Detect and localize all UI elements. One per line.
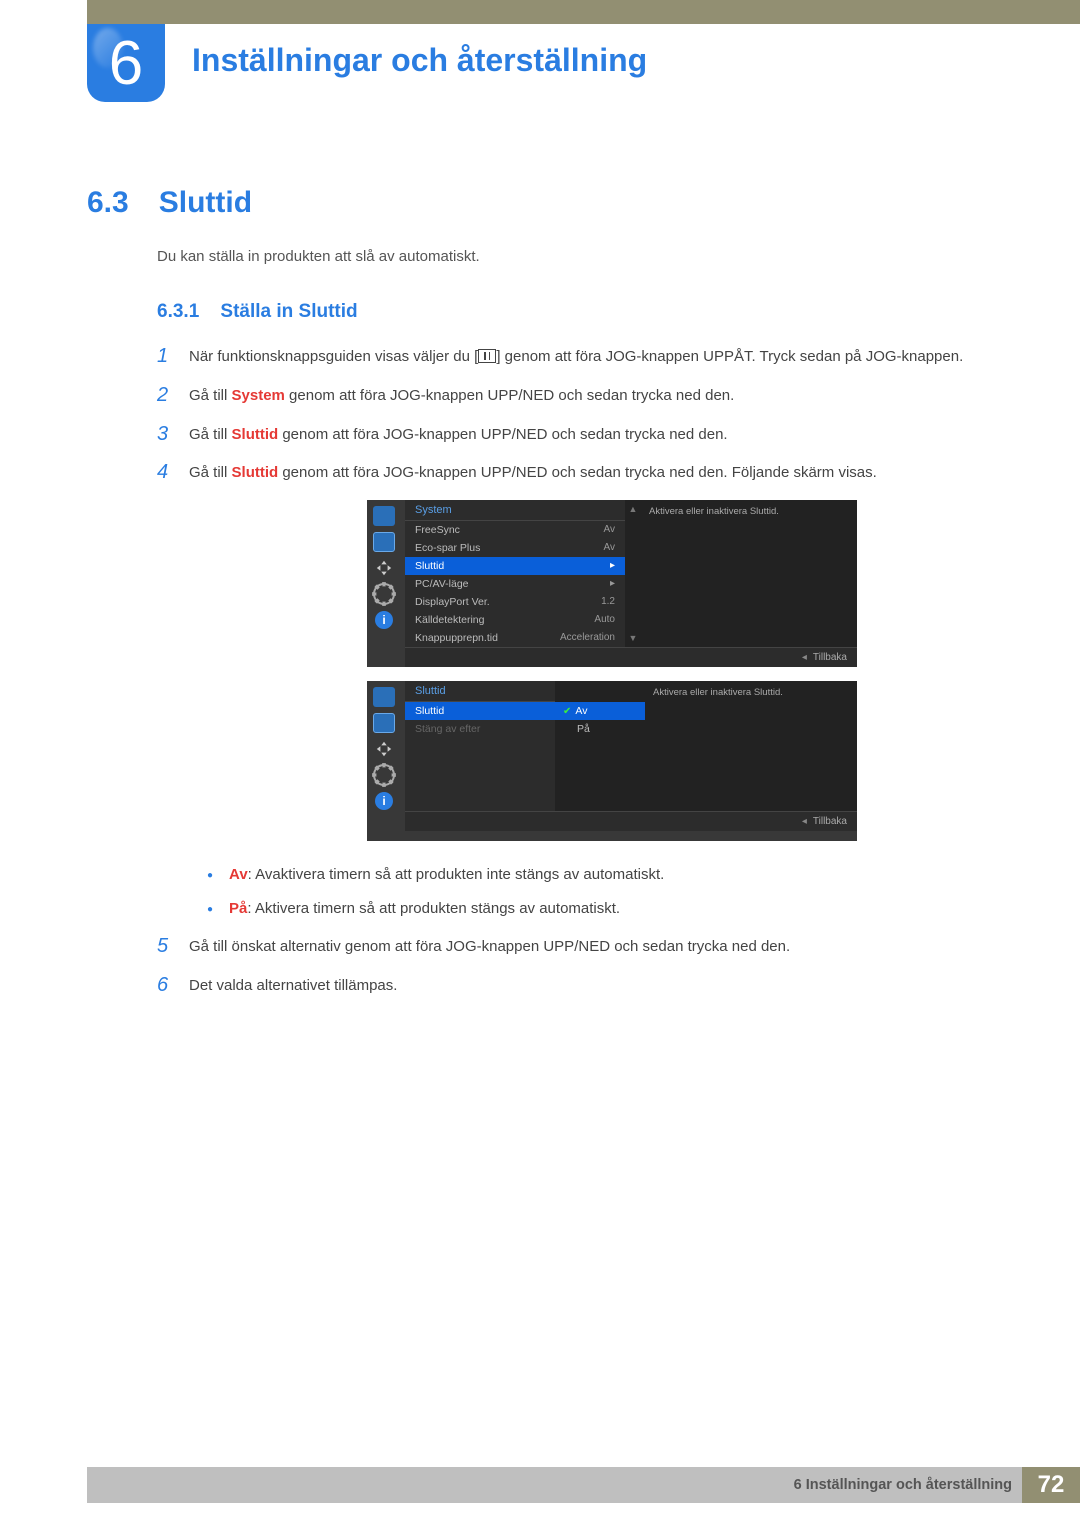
step-number: 4 — [157, 461, 171, 484]
bullet-list: ● Av: Avaktivera timern så att produkten… — [207, 863, 1000, 921]
bullet-item: ● På: Aktivera timern så att produkten s… — [207, 897, 1000, 921]
osd-help-text: Aktivera eller inaktivera Sluttid. — [645, 681, 857, 811]
osd-help-text: Aktivera eller inaktivera Sluttid. — [641, 500, 857, 647]
section-number: 6.3 — [87, 186, 129, 220]
osd-row-selected: Sluttid▸ — [405, 557, 625, 575]
monitor-icon — [373, 687, 395, 707]
gear-icon — [373, 584, 395, 604]
osd-scrollbar: ▲▼ — [625, 500, 641, 647]
step-number: 3 — [157, 423, 171, 446]
osd-row: Knappupprepn.tidAcceleration — [405, 629, 625, 647]
osd-row: KälldetekteringAuto — [405, 611, 625, 629]
osd-menu-header: Sluttid — [405, 681, 555, 702]
section-title: Sluttid — [159, 186, 252, 220]
step-text: Det valda alternativet tillämpas. — [189, 974, 397, 999]
check-icon: ✔ — [563, 706, 571, 717]
page-footer: 6 Inställningar och återställning 72 — [87, 1467, 1080, 1503]
step-number: 5 — [157, 935, 171, 958]
osd-sidebar: i — [367, 687, 401, 811]
osd-row: Stäng av efter — [405, 720, 555, 738]
osd-option: På — [555, 720, 645, 738]
menu-icon — [478, 349, 496, 363]
picture-icon — [373, 713, 395, 733]
nav-arrows-icon — [373, 739, 395, 759]
step-text: Gå till önskat alternativ genom att föra… — [189, 935, 790, 960]
chapter-badge: 6 — [87, 24, 165, 102]
osd-footer: ◂Tillbaka — [405, 647, 857, 667]
osd-panel: i System FreeSyncAv Eco-spar PlusAv Slut… — [367, 500, 857, 667]
section-intro: Du kan ställa in produkten att slå av au… — [157, 248, 1000, 265]
osd-panel-2: i Sluttid Sluttid Stäng av efter ✔Av På … — [367, 681, 857, 841]
chapter-title: Inställningar och återställning — [192, 42, 647, 79]
step-number: 2 — [157, 384, 171, 407]
picture-icon — [373, 532, 395, 552]
bullet-text: Av: Avaktivera timern så att produkten i… — [229, 863, 664, 887]
bullet-dot-icon: ● — [207, 902, 213, 921]
step-text: Gå till System genom att föra JOG-knappe… — [189, 384, 734, 409]
step-text: Gå till Sluttid genom att föra JOG-knapp… — [189, 461, 877, 486]
step-number: 6 — [157, 974, 171, 997]
osd-menu-header: System — [405, 500, 625, 521]
step-item: 5 Gå till önskat alternativ genom att fö… — [157, 935, 1000, 960]
osd-screenshot-1: i System FreeSyncAv Eco-spar PlusAv Slut… — [367, 500, 1000, 841]
top-accent-bar — [87, 0, 1080, 24]
osd-menu: System FreeSyncAv Eco-spar PlusAv Slutti… — [405, 500, 625, 647]
osd-footer: ◂Tillbaka — [405, 811, 857, 831]
step-item: 4 Gå till Sluttid genom att föra JOG-kna… — [157, 461, 1000, 486]
subsection-title: Ställa in Sluttid — [220, 301, 357, 322]
step-item: 6 Det valda alternativet tillämpas. — [157, 974, 1000, 999]
step-text: Gå till Sluttid genom att föra JOG-knapp… — [189, 423, 728, 448]
osd-row: DisplayPort Ver.1.2 — [405, 593, 625, 611]
step-list-cont: 5 Gå till önskat alternativ genom att fö… — [157, 935, 1000, 999]
step-list: 1 När funktionsknappsguiden visas väljer… — [157, 345, 1000, 486]
subsection-heading: 6.3.1 Ställa in Sluttid — [157, 301, 1000, 323]
step-number: 1 — [157, 345, 171, 368]
bullet-dot-icon: ● — [207, 868, 213, 887]
monitor-icon — [373, 506, 395, 526]
nav-arrows-icon — [373, 558, 395, 578]
page-number: 72 — [1022, 1467, 1080, 1503]
osd-row-selected: Sluttid — [405, 702, 555, 720]
bullet-text: På: Aktivera timern så att produkten stä… — [229, 897, 620, 921]
bullet-item: ● Av: Avaktivera timern så att produkten… — [207, 863, 1000, 887]
osd-submenu: ✔Av På — [555, 681, 645, 811]
osd-sidebar: i — [367, 506, 401, 630]
footer-chapter-text: 6 Inställningar och återställning — [794, 1477, 1012, 1493]
info-icon: i — [373, 791, 395, 811]
gear-icon — [373, 765, 395, 785]
step-item: 2 Gå till System genom att föra JOG-knap… — [157, 384, 1000, 409]
osd-row: FreeSyncAv — [405, 521, 625, 539]
step-item: 1 När funktionsknappsguiden visas väljer… — [157, 345, 1000, 370]
info-icon: i — [373, 610, 395, 630]
osd-row: Eco-spar PlusAv — [405, 539, 625, 557]
subsection-number: 6.3.1 — [157, 301, 199, 322]
step-item: 3 Gå till Sluttid genom att föra JOG-kna… — [157, 423, 1000, 448]
page-content: 6.3 Sluttid Du kan ställa in produkten a… — [87, 186, 1000, 1013]
osd-menu: Sluttid Sluttid Stäng av efter — [405, 681, 555, 811]
step-text: När funktionsknappsguiden visas väljer d… — [189, 345, 963, 370]
osd-row: PC/AV-läge▸ — [405, 575, 625, 593]
osd-option-selected: ✔Av — [555, 702, 645, 720]
